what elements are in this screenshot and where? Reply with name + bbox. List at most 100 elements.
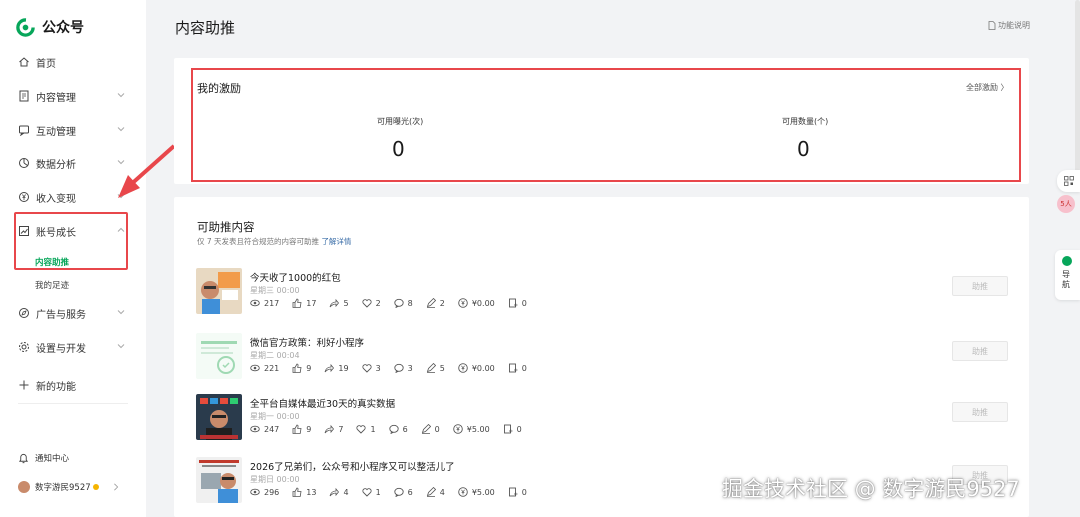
chat-icon [19,125,29,136]
follow-icon [508,487,518,497]
metric-follow: 0 [508,298,527,308]
sidebar-item-label: 广告与服务 [36,309,86,321]
sidebar-item-label: 数据分析 [36,159,76,171]
yen-coin-icon [19,192,29,202]
article-thumbnail[interactable] [196,268,242,314]
metric-eye: 221 [250,363,279,373]
compass-icon [19,308,29,318]
metric-pen: 4 [426,487,445,497]
article-date: 星期日 00:00 [250,475,300,484]
heart-icon [356,425,367,434]
metric-value: 296 [264,487,280,497]
metric-thumb-up: 17 [292,298,316,308]
follow-icon [508,363,518,373]
share-icon [330,298,340,308]
pen-icon [426,298,436,308]
metric-value: 17 [306,298,317,308]
logo[interactable]: 公众号 [16,17,84,37]
comment-icon [388,424,399,434]
metric-value: 5 [343,298,349,308]
yen-icon [458,298,468,308]
eye-icon [250,488,260,496]
sidebar-item-monetization[interactable]: 收入变现 [18,187,125,207]
scrollbar[interactable] [1075,0,1080,180]
article-thumbnail[interactable] [196,333,242,379]
qr-code-button[interactable] [1057,170,1080,192]
learn-more-link[interactable]: 了解详情 [321,237,351,246]
metric-value: 247 [264,424,280,434]
article-thumbnail[interactable] [196,457,242,503]
list-item: 全平台自媒体最近30天的真实数据 星期一 00:00 247 9 7 1 6 0 ¥5.00 0 助… [196,394,1016,442]
metric-value: 6 [407,487,413,497]
notify-center[interactable]: 通知中心 [18,452,69,464]
sidebar-item-settings-dev[interactable]: 设置与开发 [18,337,125,357]
pen-icon [426,363,436,373]
metric-value: ¥5.00 [466,424,490,434]
sidebar-item-content-management[interactable]: 内容管理 [18,86,125,106]
article-title[interactable]: 全平台自媒体最近30天的真实数据 [250,396,395,410]
heart-icon [361,364,372,373]
metric-value: ¥0.00 [471,298,495,308]
boost-button[interactable]: 助推 [952,341,1008,361]
sidebar-item-data-analysis[interactable]: 数据分析 [18,153,125,173]
home-icon [19,57,29,67]
metric-value: 0 [521,363,527,373]
metric-value: 0 [434,424,440,434]
metric-comment: 6 [388,424,408,434]
metric-follow: 0 [503,424,522,434]
metric-comment: 6 [394,487,413,497]
all-incentive-link[interactable]: 全部激励 〉 [966,82,1009,93]
incentive-title: 我的激励 [197,82,241,95]
article-date: 星期三 00:00 [250,286,300,295]
article-title[interactable]: 2026了兄弟们，公众号和小程序又可以整活儿了 [250,459,455,473]
metric-value: 3 [375,363,381,373]
verified-badge-icon [92,484,99,490]
user-profile[interactable]: 数字游民9527 [18,481,120,493]
metric-value: 5 [439,363,445,373]
metric-value: 2 [439,298,445,308]
boost-button[interactable]: 助推 [952,402,1008,422]
help-link-label: 功能说明 [998,21,1030,30]
exposure-label: 可用曝光(次) [377,117,424,126]
sidebar-item-ads-services[interactable]: 广告与服务 [18,303,125,323]
metric-value: 1 [375,487,381,497]
list-item: 微信官方政策：利好小程序 星期二 00:04 221 9 19 3 3 5 ¥0.00 0 助推 [196,333,1016,381]
article-thumbnail[interactable] [196,394,242,440]
metric-yen: ¥5.00 [452,424,490,434]
article-title[interactable]: 今天收了1000的红包 [250,270,341,284]
pen-icon [421,424,431,434]
plus-icon [19,380,29,390]
sidebar-item-new-features[interactable]: 新的功能 [18,375,118,395]
watermark: 掘金技术社区 @ 数字游民9527 [722,477,1020,501]
article-title[interactable]: 微信官方政策：利好小程序 [250,335,364,349]
exposure-value: 0 [392,137,405,161]
quantity-value: 0 [797,137,810,161]
metric-value: 3 [407,363,413,373]
metric-eye: 217 [250,298,279,308]
guide-icon [1062,256,1072,266]
metric-yen: ¥0.00 [458,363,495,373]
sidebar-item-home[interactable]: 首页 [18,52,118,72]
sidebar-item-interaction-management[interactable]: 互动管理 [18,120,125,140]
guide-nav-label: 导航 [1062,270,1070,289]
annotation-arrow-icon [118,144,176,198]
guide-nav-button[interactable]: 导航 [1055,250,1080,300]
chevron-down-icon [117,127,125,132]
quantity-label: 可用数量(个) [782,117,829,126]
user-badge[interactable]: 5人 [1057,195,1075,213]
metric-eye: 247 [250,424,279,434]
yen-icon [458,487,468,497]
heart-icon [361,299,372,308]
metric-yen: ¥0.00 [458,298,495,308]
thumb-up-icon [292,424,302,434]
share-icon [324,363,335,373]
boostable-title: 可助推内容 [197,220,255,234]
metric-value: 19 [338,363,349,373]
boost-button[interactable]: 助推 [952,276,1008,296]
help-link[interactable]: 功能说明 [988,20,1030,31]
sub-nav-my-footprint[interactable]: 我的足迹 [35,279,69,291]
notify-center-label: 通知中心 [35,454,70,464]
metric-value: 4 [439,487,445,497]
metric-pen: 2 [426,298,445,308]
metric-value: ¥5.00 [471,487,495,497]
